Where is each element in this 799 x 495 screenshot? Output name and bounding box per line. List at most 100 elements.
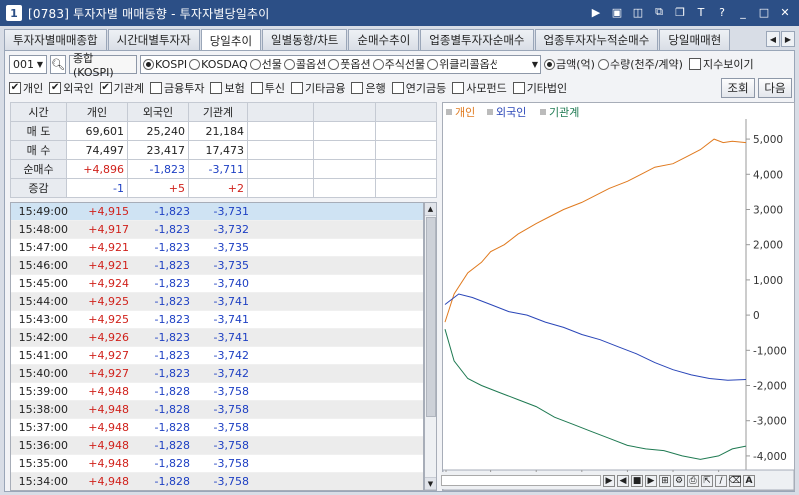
code-select[interactable]: 001 ▼ xyxy=(9,54,47,74)
check-institution[interactable]: ✔ 기관계 xyxy=(99,80,144,96)
chart-svg: 개인 외국인 기관계 5,000 4,000 3,000 2,000 1,000 0 -1,000… xyxy=(442,106,795,491)
list-item[interactable]: 15:35:00 +4,948 -1,828 -3,758 xyxy=(11,455,423,473)
row-label: 증감 xyxy=(10,178,67,198)
list-item[interactable]: 15:42:00 +4,926 -1,823 -3,741 xyxy=(11,329,423,347)
check-individual[interactable]: ✔ 개인 xyxy=(9,80,43,96)
radio-kospi[interactable]: KOSPI xyxy=(143,58,187,71)
tab-time-investor[interactable]: 시간대별투자자 xyxy=(107,29,200,50)
copy-icon[interactable]: ❐ xyxy=(672,4,688,20)
play-icon[interactable]: ▶ xyxy=(603,474,615,487)
cell: -1,823 xyxy=(127,159,189,179)
play-icon[interactable]: ▶ xyxy=(588,4,604,20)
check-other-corp[interactable]: 기타법인 xyxy=(512,80,567,96)
list-cell: -3,758 xyxy=(213,385,249,398)
radio-weekly-call[interactable]: 위클리콜옵션 xyxy=(427,56,497,72)
draw-icon[interactable]: ∕ xyxy=(715,474,727,487)
tab-scroll-right-icon[interactable]: ▶ xyxy=(781,31,795,47)
check-private-fund[interactable]: 사모펀드 xyxy=(452,80,507,96)
window-number: 1 xyxy=(6,5,22,21)
list-item[interactable]: 15:40:00 +4,927 -1,823 -3,742 xyxy=(11,365,423,383)
list-cell: +4,924 xyxy=(88,277,129,290)
radio-futures[interactable]: 선물 xyxy=(249,56,282,72)
list-cell: -1,828 xyxy=(154,457,190,470)
cell xyxy=(375,140,437,160)
radio-quantity[interactable]: 수량(천주/계약) xyxy=(597,56,683,72)
list-item[interactable]: 15:37:00 +4,948 -1,828 -3,758 xyxy=(11,419,423,437)
layout-icon[interactable]: ◫ xyxy=(630,4,646,20)
list-cell: -1,823 xyxy=(154,349,190,362)
forward-icon[interactable]: ▶ xyxy=(645,474,657,487)
radio-amount[interactable]: 금액(억) xyxy=(544,56,595,72)
list-cell: +4,948 xyxy=(88,403,129,416)
cursor-icon[interactable]: ⇱ xyxy=(701,474,713,487)
check-pension[interactable]: 연기금등 xyxy=(391,80,446,96)
list-item[interactable]: 15:47:00 +4,921 -1,823 -3,735 xyxy=(11,239,423,257)
help-icon[interactable]: ? xyxy=(714,4,730,20)
next-button[interactable]: 다음 xyxy=(758,78,792,98)
check-financial-investment[interactable]: 금융투자 xyxy=(150,80,204,96)
settings-icon[interactable]: ⚙ xyxy=(673,474,685,487)
check-other-finance[interactable]: 기타금융 xyxy=(290,80,345,96)
index-show-checkbox[interactable]: 지수보이기 xyxy=(688,56,754,72)
search-button[interactable]: 🔍︎ xyxy=(50,54,66,74)
tab-daily-trade[interactable]: 당일매매현 xyxy=(659,29,731,50)
list-item[interactable]: 15:43:00 +4,925 -1,823 -3,741 xyxy=(11,311,423,329)
list-item[interactable]: 15:48:00 +4,917 -1,823 -3,732 xyxy=(11,221,423,239)
tab-scroll-left-icon[interactable]: ◀ xyxy=(766,31,780,47)
list-cell: 15:49:00 xyxy=(18,205,68,218)
list-item[interactable]: 15:38:00 +4,948 -1,828 -3,758 xyxy=(11,401,423,419)
radio-stock-futures[interactable]: 주식선물 xyxy=(372,56,425,72)
list-item[interactable]: 15:44:00 +4,925 -1,823 -3,741 xyxy=(11,293,423,311)
minimize-icon[interactable]: _ xyxy=(735,4,751,20)
close-icon[interactable]: ✕ xyxy=(777,4,793,20)
list-item[interactable]: 15:41:00 +4,927 -1,823 -3,742 xyxy=(11,347,423,365)
tab-investor-summary[interactable]: 투자자별매매종합 xyxy=(4,29,107,50)
cell xyxy=(313,178,376,198)
list-item[interactable]: 15:46:00 +4,921 -1,823 -3,735 xyxy=(11,257,423,275)
list-item[interactable]: 15:34:00 +4,948 -1,828 -3,758 xyxy=(11,473,423,490)
list-scrollbar[interactable]: ▲ ▼ xyxy=(424,202,437,491)
tab-sector-cumulative[interactable]: 업종투자자누적순매수 xyxy=(534,29,659,50)
text-icon[interactable]: A xyxy=(743,474,755,487)
list-item[interactable]: 15:45:00 +4,924 -1,823 -3,740 xyxy=(11,275,423,293)
scrollbar-thumb[interactable] xyxy=(426,217,436,417)
radio-kosdaq[interactable]: KOSDAQ xyxy=(189,58,248,71)
summary-row-change: 증감 -1 +5 +2 xyxy=(10,178,437,198)
scroll-down-icon[interactable]: ▼ xyxy=(425,477,436,490)
code-value: 001 xyxy=(13,57,34,71)
radio-call-option[interactable]: 콜옵션 xyxy=(283,56,326,72)
tab-sector-net-buy[interactable]: 업종별투자자순매수 xyxy=(420,29,534,50)
check-insurance[interactable]: 보험 xyxy=(210,80,245,96)
list-item[interactable]: 15:36:00 +4,948 -1,828 -3,758 xyxy=(11,437,423,455)
tab-daily-chart[interactable]: 일별동향/차트 xyxy=(262,29,348,50)
maximize-icon[interactable]: □ xyxy=(756,4,772,20)
stop-icon[interactable]: ■ xyxy=(631,474,643,487)
check-bank[interactable]: 은행 xyxy=(351,80,386,96)
list-item[interactable]: 15:49:00 +4,915 -1,823 -3,731 xyxy=(11,203,423,221)
tab-daily-trend[interactable]: 당일추이 xyxy=(200,29,262,51)
list-cell: -1,823 xyxy=(154,241,190,254)
list-item[interactable]: 15:39:00 +4,948 -1,828 -3,758 xyxy=(11,383,423,401)
cell: 25,240 xyxy=(127,121,189,141)
radio-put-option[interactable]: 풋옵션 xyxy=(328,56,371,72)
legend-marker xyxy=(487,109,493,115)
menu-icon[interactable]: ▣ xyxy=(609,4,625,20)
tab-net-buy-trend[interactable]: 순매수추이 xyxy=(348,29,420,50)
time-series-list[interactable]: 15:49:00 +4,915 -1,823 -3,731 15:48:00 +4,917… xyxy=(10,202,424,491)
zoom-icon[interactable]: ⊞ xyxy=(659,474,671,487)
window-title: [0783] 투자자별 매매동향 - 투자자별당일추이 xyxy=(28,6,270,21)
list-cell: 15:34:00 xyxy=(18,475,68,488)
rewind-icon[interactable]: ◀ xyxy=(617,474,629,487)
check-trust[interactable]: 투신 xyxy=(250,80,285,96)
erase-icon[interactable]: ⌫ xyxy=(729,474,741,487)
query-button[interactable]: 조회 xyxy=(721,78,755,98)
window-icon[interactable]: ⧉ xyxy=(651,4,667,20)
print-icon[interactable]: ⎙ xyxy=(687,474,699,487)
chevron-down-icon[interactable]: ▼ xyxy=(532,60,538,69)
list-cell: +4,921 xyxy=(88,241,129,254)
chart-scroll-track[interactable] xyxy=(441,475,601,486)
check-foreign[interactable]: ✔ 외국인 xyxy=(49,80,94,96)
scroll-up-icon[interactable]: ▲ xyxy=(425,203,436,216)
list-cell: -1,828 xyxy=(154,421,190,434)
font-icon[interactable]: T xyxy=(693,4,709,20)
